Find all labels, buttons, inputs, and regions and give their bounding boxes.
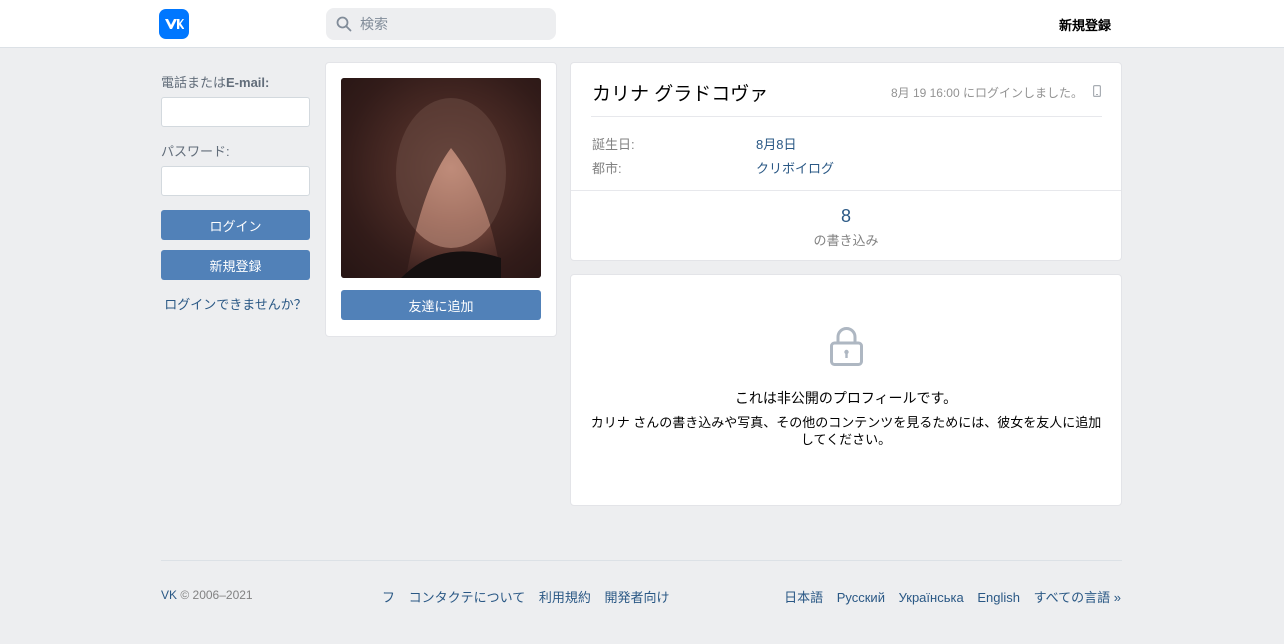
private-profile-card: これは非公開のプロフィールです。 カリナ さんの書き込みや写真、その他のコンテン… bbox=[570, 274, 1122, 506]
footer-vk-link[interactable]: VK bbox=[161, 588, 177, 602]
footer-languages: 日本語 Русский Українська English すべての言語 » bbox=[784, 587, 1121, 606]
login-form: 電話またはE-mail: パスワード: ログイン 新規登録 ログインできませんか… bbox=[161, 72, 310, 313]
lang-all[interactable]: すべての言語 » bbox=[1034, 590, 1121, 605]
footer-divider bbox=[161, 560, 1122, 561]
lock-icon bbox=[830, 327, 863, 366]
posts-label[interactable]: の書き込み bbox=[571, 230, 1121, 249]
header-register-link[interactable]: 新規登録 bbox=[1059, 15, 1111, 34]
private-profile-description: カリナ さんの書き込みや写真、その他のコンテンツを見るためには、彼女を友人に追加… bbox=[590, 415, 1102, 447]
profile-info-card: カリナ グラドコヴァ 8月 19 16:00 にログインしました。 誕生日: 8… bbox=[570, 62, 1122, 261]
posts-count[interactable]: 8 bbox=[571, 206, 1121, 227]
search-box[interactable]: 検索 bbox=[326, 8, 556, 40]
last-seen-text: 8月 19 16:00 にログインしました。 bbox=[890, 86, 1083, 100]
birthday-value[interactable]: 8月8日 bbox=[756, 134, 796, 153]
profile-photo[interactable] bbox=[341, 78, 541, 278]
city-value[interactable]: クリボイログ bbox=[756, 158, 834, 177]
lang-japanese[interactable]: 日本語 bbox=[784, 590, 823, 605]
birthday-label: 誕生日: bbox=[592, 137, 635, 152]
footer-links: フ コンタクテについて 利用規約 開発者向け bbox=[382, 587, 680, 606]
register-button[interactable]: 新規登録 bbox=[161, 250, 310, 280]
search-placeholder: 検索 bbox=[360, 16, 388, 32]
phone-email-label: 電話またはE-mail: bbox=[161, 75, 270, 90]
lang-english[interactable]: English bbox=[977, 590, 1020, 605]
phone-email-field[interactable] bbox=[161, 97, 310, 127]
footer-copyright: VK © 2006–2021 bbox=[161, 588, 253, 602]
lang-ukrainian[interactable]: Українська bbox=[899, 590, 964, 605]
footer-link-short[interactable]: フ bbox=[382, 590, 395, 605]
mobile-phone-icon bbox=[1093, 85, 1101, 97]
forgot-login-link[interactable]: ログインできませんか？ bbox=[161, 294, 310, 313]
vk-logo-icon[interactable] bbox=[159, 9, 189, 39]
footer-link-developers[interactable]: 開発者向け bbox=[605, 590, 670, 605]
footer-link-about[interactable]: コンタクテについて bbox=[409, 590, 526, 605]
divider bbox=[571, 190, 1121, 191]
search-icon bbox=[336, 16, 352, 32]
lang-russian[interactable]: Русский bbox=[837, 590, 885, 605]
password-field[interactable] bbox=[161, 166, 310, 196]
add-friend-button[interactable]: 友達に追加 bbox=[341, 290, 541, 320]
photo-card: 友達に追加 bbox=[325, 62, 557, 337]
footer-link-terms[interactable]: 利用規約 bbox=[539, 590, 591, 605]
city-label: 都市: bbox=[592, 161, 622, 176]
top-header: 検索 新規登録 bbox=[0, 0, 1284, 48]
private-profile-title: これは非公開のプロフィールです。 bbox=[734, 390, 958, 406]
divider bbox=[591, 116, 1102, 117]
password-label: パスワード: bbox=[161, 144, 230, 159]
profile-name: カリナ グラドコヴァ bbox=[592, 84, 769, 105]
login-button[interactable]: ログイン bbox=[161, 210, 310, 240]
